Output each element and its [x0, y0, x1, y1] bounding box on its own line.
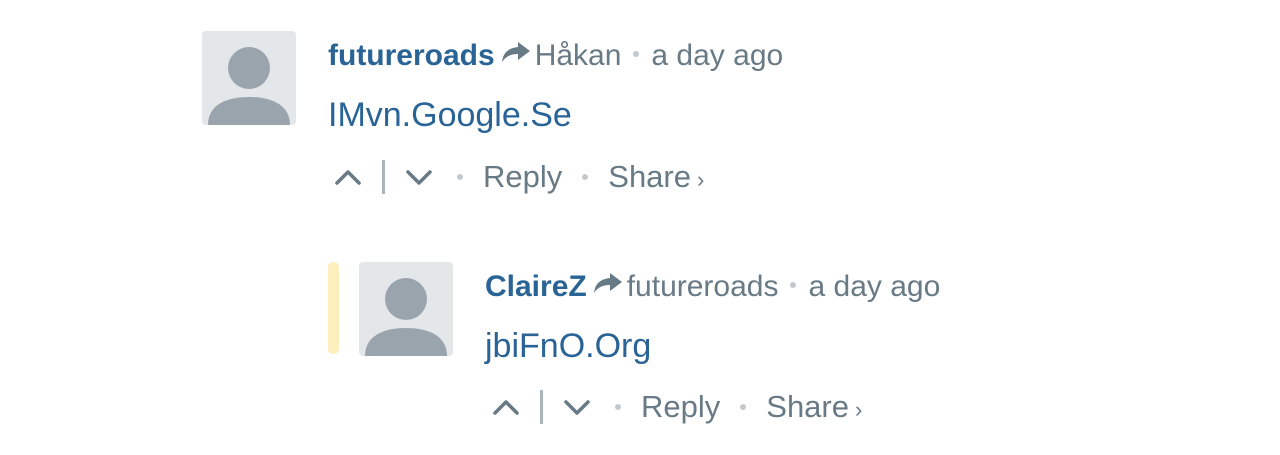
- share-caret-icon: ›: [855, 397, 863, 422]
- separator-dot: [633, 51, 640, 57]
- default-avatar-icon: [208, 47, 290, 125]
- share-caret-icon: ›: [697, 167, 705, 192]
- author-link[interactable]: ClaireZ: [485, 270, 587, 303]
- new-comment-indicator: [328, 262, 339, 354]
- reply-arrow-icon: [501, 34, 531, 74]
- separator-dot: [615, 404, 621, 410]
- share-button[interactable]: Share ›: [608, 159, 704, 195]
- chevron-up-icon: [335, 170, 361, 185]
- author-link[interactable]: futureroads: [328, 39, 495, 72]
- separator-dot: [740, 404, 747, 410]
- share-label: Share: [766, 389, 849, 424]
- timestamp-link[interactable]: a day ago: [808, 270, 940, 303]
- separator-dot: [582, 174, 589, 180]
- upvote-button[interactable]: [488, 389, 524, 425]
- downvote-button[interactable]: [559, 389, 595, 425]
- reply-button[interactable]: Reply: [483, 159, 562, 195]
- comment-header: futureroads Håkan a day ago: [328, 34, 783, 80]
- parent-author-link[interactable]: futureroads: [627, 270, 779, 303]
- avatar[interactable]: [202, 31, 296, 125]
- default-avatar-icon: [365, 278, 447, 356]
- downvote-button[interactable]: [401, 159, 437, 195]
- reply-arrow-icon: [593, 265, 623, 305]
- separator-dot: [457, 174, 463, 180]
- chevron-down-icon: [406, 170, 432, 185]
- reply-button[interactable]: Reply: [641, 389, 720, 425]
- comment-header: ClaireZ futureroads a day ago: [485, 265, 940, 311]
- chevron-up-icon: [493, 400, 519, 415]
- chevron-down-icon: [564, 400, 590, 415]
- separator-dot: [790, 282, 797, 288]
- share-label: Share: [608, 159, 691, 194]
- vote-divider: [382, 160, 385, 194]
- avatar[interactable]: [359, 262, 453, 356]
- timestamp-link[interactable]: a day ago: [651, 39, 783, 72]
- comment-footer: Reply Share ›: [330, 157, 704, 197]
- comment-body[interactable]: IMvn.Google.Se: [328, 93, 572, 137]
- vote-divider: [540, 390, 543, 424]
- parent-author-link[interactable]: Håkan: [535, 39, 622, 72]
- upvote-button[interactable]: [330, 159, 366, 195]
- comment-footer: Reply Share ›: [488, 387, 862, 427]
- share-button[interactable]: Share ›: [766, 389, 862, 425]
- comment-body[interactable]: jbiFnO.Org: [485, 324, 651, 368]
